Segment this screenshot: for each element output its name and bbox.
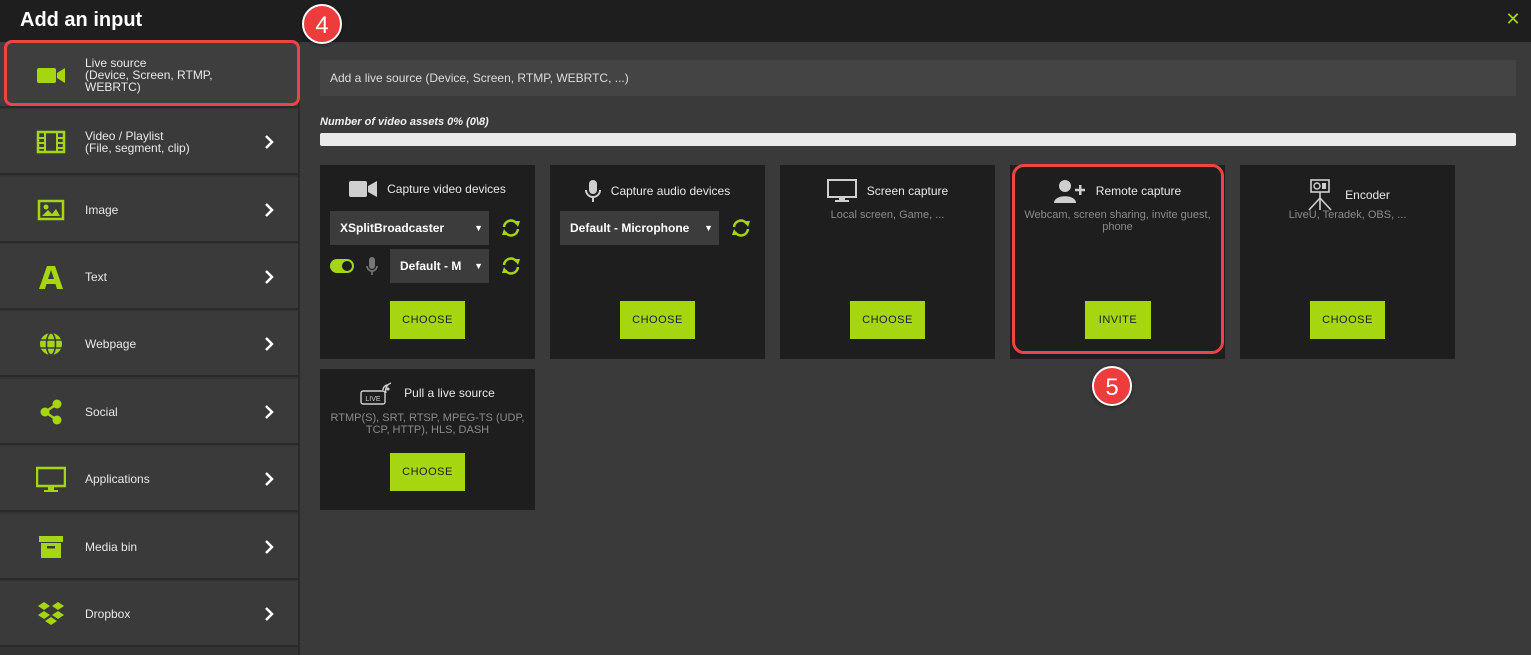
choose-screen-button[interactable]: CHOOSE <box>850 301 925 339</box>
choose-audio-button[interactable]: CHOOSE <box>620 301 695 339</box>
sidebar-item-label: Media bin <box>85 540 138 554</box>
dropbox-icon <box>38 602 64 625</box>
choose-video-button[interactable]: CHOOSE <box>390 301 465 339</box>
video-assets-progress-bar <box>320 133 1516 146</box>
chevron-right-icon <box>265 540 274 554</box>
video-camera-icon <box>349 181 378 197</box>
live-source-search-input[interactable]: Add a live source (Device, Screen, RTMP,… <box>320 60 1516 96</box>
dialog-title: Add an input <box>20 9 143 31</box>
card-title: Pull a live source <box>404 386 495 400</box>
video-device-select[interactable]: XSplitBroadcaster ▼ <box>330 211 489 245</box>
chevron-right-icon <box>265 405 274 419</box>
refresh-icon[interactable] <box>500 217 522 239</box>
sidebar-item-media-bin[interactable]: Media bin <box>0 514 298 580</box>
share-icon <box>40 399 62 425</box>
chevron-right-icon <box>265 337 274 351</box>
sidebar-item-webpage[interactable]: Webpage <box>0 311 298 377</box>
card-description: LiveU, Teradek, OBS, ... <box>1288 209 1407 221</box>
chevron-right-icon <box>265 472 274 486</box>
film-icon <box>36 130 66 154</box>
progress-label: Number of video assets 0% (0\8) <box>320 116 489 128</box>
microphone-icon <box>366 257 378 275</box>
annotation-highlight-live-source <box>4 40 300 106</box>
svg-text:LIVE: LIVE <box>366 396 382 403</box>
card-encoder: Encoder LiveU, Teradek, OBS, ... CHOOSE <box>1240 165 1455 359</box>
globe-icon <box>40 332 62 356</box>
refresh-icon[interactable] <box>730 217 752 239</box>
sidebar-item-label: Dropbox <box>85 607 131 621</box>
sidebar-item-label: Applications <box>85 472 150 486</box>
sidebar-item-label: Webpage <box>85 337 137 351</box>
dropdown-arrow-icon: ▼ <box>474 223 483 233</box>
sidebar-item-label: Video / Playlist (File, segment, clip) <box>85 129 190 155</box>
card-title: Capture video devices <box>387 182 506 196</box>
card-pull-live-source: LIVE Pull a live source RTMP(S), SRT, RT… <box>320 369 535 510</box>
monitor-icon <box>826 179 857 202</box>
card-capture-audio: Capture audio devices Default - Micropho… <box>550 165 765 359</box>
encoder-camera-icon <box>1308 179 1332 211</box>
dropdown-arrow-icon: ▼ <box>704 223 713 233</box>
sidebar-item-social[interactable]: Social <box>0 379 298 445</box>
chevron-right-icon <box>265 607 274 621</box>
choose-encoder-button[interactable]: CHOOSE <box>1310 301 1385 339</box>
chevron-right-icon <box>265 135 274 149</box>
choose-pull-button[interactable]: CHOOSE <box>390 453 465 491</box>
live-broadcast-icon: LIVE <box>360 382 392 405</box>
card-description: Local screen, Game, ... <box>830 209 945 221</box>
card-capture-video: Capture video devices XSplitBroadcaster ▼… <box>320 165 535 359</box>
sidebar-item-label: Image <box>85 203 119 217</box>
image-icon <box>37 199 65 221</box>
card-screen-capture: Screen capture Local screen, Game, ... C… <box>780 165 995 359</box>
dropdown-arrow-icon: ▼ <box>474 261 483 271</box>
audio-device-select[interactable]: Default - M ▼ <box>390 249 489 283</box>
sidebar-item-applications[interactable]: Applications <box>0 446 298 512</box>
sidebar-item-video-playlist[interactable]: Video / Playlist (File, segment, clip) <box>0 109 298 175</box>
microphone-select[interactable]: Default - Microphone ▼ <box>560 211 719 245</box>
text-a-icon <box>39 266 63 289</box>
sidebar-item-dropbox[interactable]: Dropbox <box>0 581 298 647</box>
callout-badge-4: 4 <box>302 4 342 44</box>
callout-badge-5: 5 <box>1092 366 1132 406</box>
title-bar: Add an input ✕ <box>0 0 1531 42</box>
close-icon[interactable]: ✕ <box>1503 9 1523 29</box>
sidebar-item-label: Text <box>85 270 108 284</box>
chevron-right-icon <box>265 270 274 284</box>
sidebar-item-image[interactable]: Image <box>0 177 298 243</box>
audio-toggle-switch[interactable] <box>330 259 354 273</box>
chevron-right-icon <box>265 203 274 217</box>
microphone-icon <box>584 180 601 202</box>
archive-box-icon <box>39 536 63 558</box>
card-title: Encoder <box>1345 188 1390 202</box>
sidebar-item-label: Social <box>85 405 118 419</box>
refresh-icon[interactable] <box>500 255 522 277</box>
sidebar-item-text[interactable]: Text <box>0 244 298 310</box>
monitor-icon <box>36 466 66 492</box>
annotation-highlight-remote-capture <box>1012 164 1224 354</box>
card-title: Capture audio devices <box>610 184 731 198</box>
card-title: Screen capture <box>866 184 949 198</box>
card-description: RTMP(S), SRT, RTSP, MPEG-TS (UDP, TCP, H… <box>330 412 525 436</box>
